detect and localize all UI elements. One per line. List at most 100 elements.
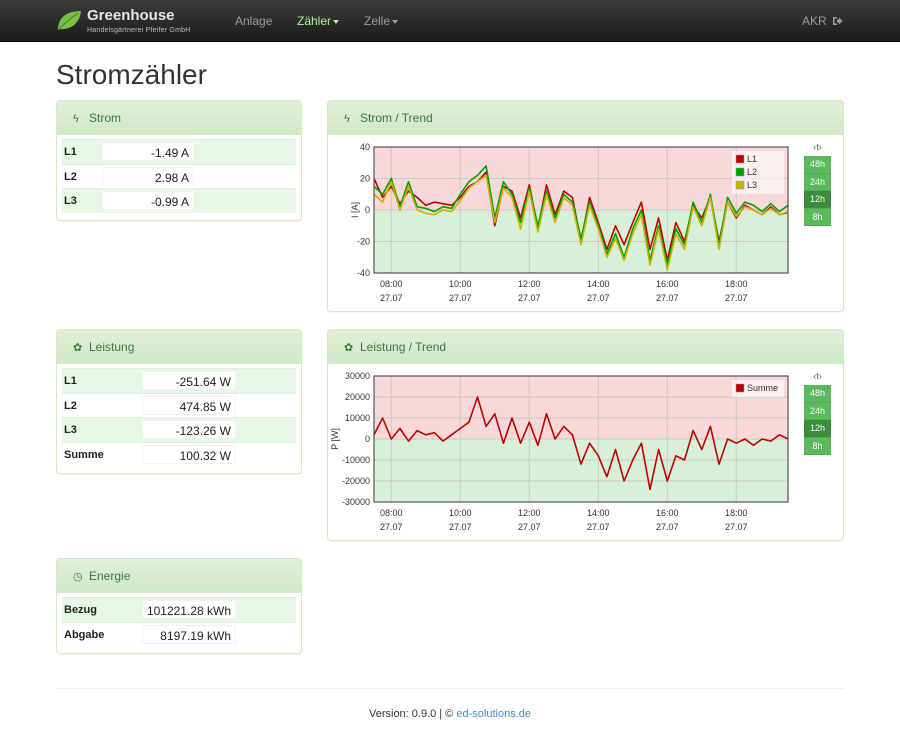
bolt-icon: ϟ — [73, 113, 79, 125]
table-row: L2 474.85 W — [62, 392, 296, 418]
row-label: L1 — [64, 375, 77, 387]
row-label: L2 — [64, 170, 77, 183]
row-value: 2.98 A — [102, 166, 194, 186]
gear-icon: ✿ — [73, 342, 83, 354]
logout-icon — [833, 17, 843, 25]
strom-xtick-label: 16:00 — [656, 279, 679, 289]
leistung-ytick-label: 10000 — [345, 413, 370, 423]
leistung-trend-heading: ✿ Leistung / Trend — [328, 330, 843, 364]
range-24h-button[interactable]: 24h — [804, 173, 831, 191]
row-value: 474.85 W — [142, 395, 236, 415]
leistung-ylabel: P [W] — [330, 428, 340, 450]
row-value: 100.32 W — [142, 444, 236, 464]
strom-panel: ϟ Strom L1 -1.49 A L2 2.98 A L3 -0.99 A — [56, 100, 302, 221]
table-row: L1 -251.64 W — [62, 368, 296, 393]
strom-xtick-label: 14:00 — [587, 279, 610, 289]
caret-down-icon — [333, 19, 340, 24]
table-row: Summe 100.32 W — [62, 441, 296, 467]
nav-zelle[interactable]: Zelle — [364, 14, 399, 28]
nav-zaehler[interactable]: Zähler — [297, 14, 340, 28]
leaf-icon — [58, 11, 81, 30]
leistung-legend-label: Summe — [747, 383, 778, 393]
row-value: -1.49 A — [102, 142, 194, 161]
table-row: Bezug 101221.28 kWh — [62, 597, 296, 622]
leistung-table: L1 -251.64 W L2 474.85 W L3 -123.26 W Summe… — [62, 368, 296, 466]
strom-xtick-date: 27.07 — [656, 293, 679, 303]
range-24h-button[interactable]: 24h — [804, 402, 831, 420]
strom-xtick-label: 08:00 — [380, 279, 403, 289]
range-label: ‹t› — [813, 142, 822, 152]
leistung-ytick-label: 20000 — [345, 392, 370, 402]
leistung-xtick-date: 27.07 — [656, 522, 679, 532]
row-value: 101221.28 kWh — [142, 600, 236, 619]
leistung-ytick-label: -20000 — [342, 476, 370, 486]
strom-legend-label: L3 — [747, 180, 757, 190]
leistung-xtick-label: 16:00 — [656, 508, 679, 518]
leistung-xtick-date: 27.07 — [380, 522, 403, 532]
leistung-trend-panel: ✿ Leistung / Trend -30000 -20000 -10000 0 100… — [327, 329, 844, 541]
row-label: L2 — [64, 399, 77, 412]
strom-ytick-label: 20 — [360, 174, 370, 184]
leistung-positive-band — [374, 376, 788, 439]
row-value: 8197.19 kWh — [142, 624, 236, 644]
strom-ytick-label: 0 — [365, 205, 370, 215]
user-name: AKR — [801, 14, 827, 28]
strom-table: L1 -1.49 A L2 2.98 A L3 -0.99 A — [62, 139, 296, 213]
energie-panel: ◷ Energie Bezug 101221.28 kWh Abgabe 8197.1… — [56, 558, 302, 654]
version-text: Version: 0.9.0 | © — [368, 708, 457, 720]
table-row: L3 -123.26 W — [62, 417, 296, 442]
leistung-panel-heading: ✿ Leistung — [57, 330, 301, 364]
leistung-negative-band — [374, 439, 788, 502]
strom-legend-swatch — [735, 167, 745, 177]
energie-panel-heading: ◷ Energie — [57, 559, 301, 593]
range-12h-button[interactable]: 12h — [804, 191, 831, 209]
clock-icon: ◷ — [73, 571, 83, 583]
leistung-panel-title: Leistung — [89, 340, 135, 354]
leistung-xtick-label: 12:00 — [518, 508, 541, 518]
page-title: Stromzähler — [56, 59, 207, 90]
footer-link[interactable]: ed-solutions.de — [456, 708, 531, 720]
strom-ytick-label: 40 — [360, 142, 370, 152]
nav-anlage-label: Anlage — [235, 14, 273, 28]
leistung-xtick-date: 27.07 — [725, 522, 748, 532]
leistung-panel: ✿ Leistung L1 -251.64 W L2 474.85 W L3 -123.… — [56, 329, 302, 474]
strom-panel-title: Strom — [89, 111, 122, 125]
strom-legend-swatch — [735, 180, 745, 190]
strom-ylabel: I [A] — [350, 202, 360, 218]
leistung-range-buttons: ‹t› 48h 24h 12h 8h — [804, 371, 831, 455]
leistung-xtick-label: 14:00 — [587, 508, 610, 518]
leistung-ytick-label: 0 — [365, 434, 370, 444]
range-8h-button[interactable]: 8h — [804, 208, 831, 226]
strom-xtick-date: 27.07 — [518, 293, 541, 303]
range-12h-button[interactable]: 12h — [804, 420, 831, 438]
strom-legend-label: L1 — [747, 154, 757, 164]
range-8h-button[interactable]: 8h — [804, 437, 831, 455]
strom-xtick-date: 27.07 — [587, 293, 610, 303]
top-navbar: Greenhouse Handelsgärtnerei Pfeifer GmbH… — [0, 0, 900, 42]
leistung-ytick-label: 30000 — [345, 371, 370, 381]
energie-table: Bezug 101221.28 kWh Abgabe 8197.19 kWh — [62, 597, 296, 646]
row-value: -0.99 A — [102, 191, 194, 210]
range-48h-button[interactable]: 48h — [804, 385, 831, 403]
strom-xtick-label: 10:00 — [449, 279, 472, 289]
leistung-xtick-date: 27.07 — [518, 522, 541, 532]
caret-down-icon — [392, 19, 399, 24]
row-label: Bezug — [64, 604, 97, 616]
row-value: -251.64 W — [142, 371, 236, 390]
brand-subtitle: Handelsgärtnerei Pfeifer GmbH — [87, 27, 191, 34]
strom-xtick-date: 27.07 — [449, 293, 472, 303]
strom-ytick-label: -20 — [357, 237, 370, 247]
leistung-xtick-label: 08:00 — [380, 508, 403, 518]
leistung-ytick-label: -30000 — [342, 497, 370, 507]
nav-anlage[interactable]: Anlage — [235, 14, 272, 28]
table-row: Abgabe 8197.19 kWh — [62, 621, 296, 647]
leistung-ytick-label: -10000 — [342, 455, 370, 465]
user-logout[interactable]: AKR — [802, 14, 843, 28]
footer-divider — [56, 688, 844, 689]
nav-zaehler-label: Zähler — [297, 14, 332, 28]
strom-trend-panel: ϟ Strom / Trend -40 -20 0 20 40 08:00 27.07 10:0… — [327, 100, 844, 312]
row-label: Abgabe — [64, 628, 105, 641]
leistung-xtick-date: 27.07 — [587, 522, 610, 532]
table-row: L2 2.98 A — [62, 163, 296, 189]
range-48h-button[interactable]: 48h — [804, 156, 831, 174]
